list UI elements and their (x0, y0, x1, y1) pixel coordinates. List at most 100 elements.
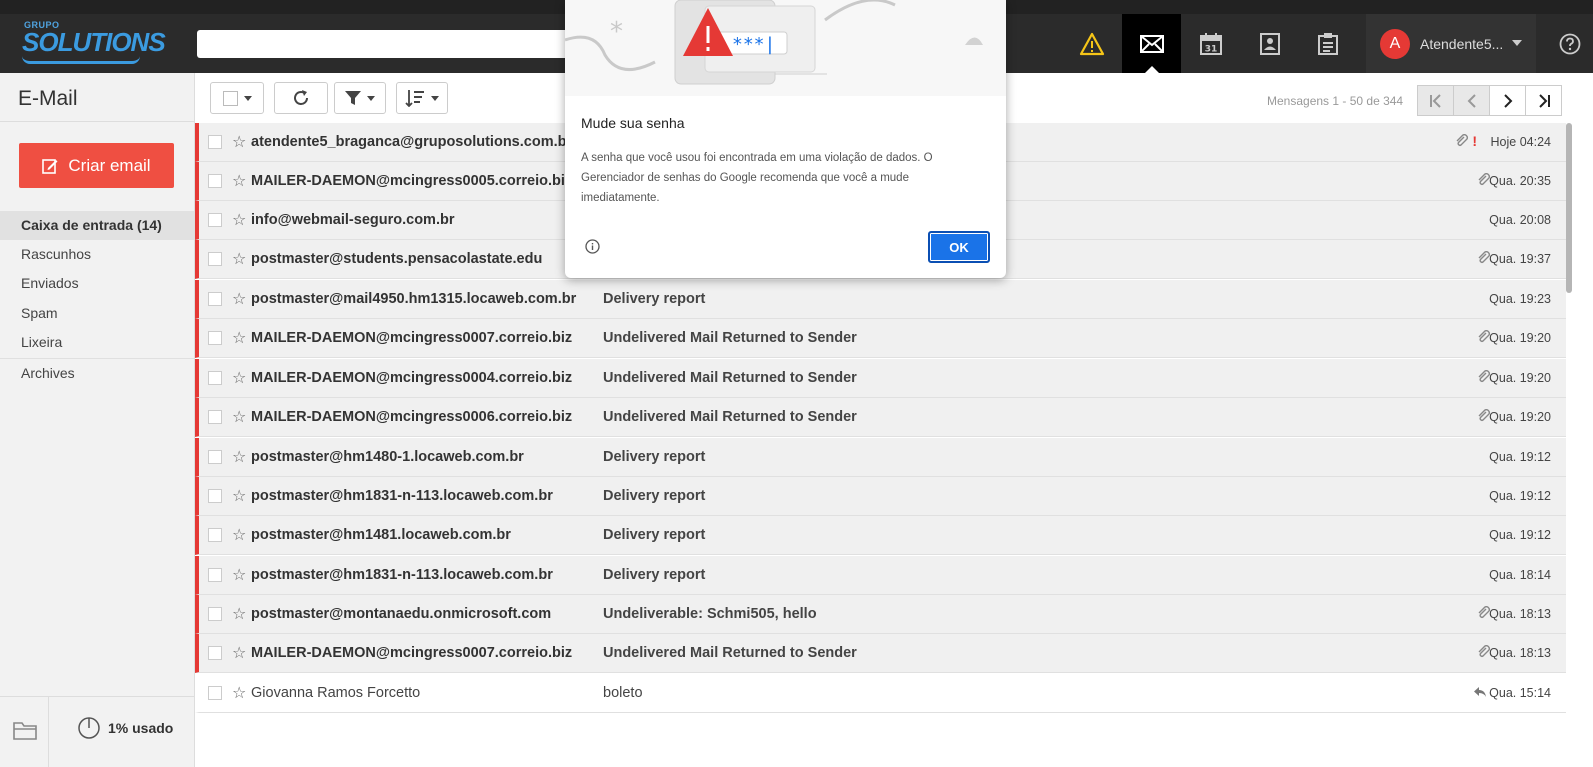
star-icon[interactable]: ☆ (232, 289, 246, 309)
row-checkbox[interactable] (208, 450, 222, 464)
star-icon[interactable]: ☆ (232, 447, 246, 467)
table-row[interactable]: ☆ MAILER-DAEMON@mcingress0007.correio.bi… (195, 634, 1567, 673)
star-icon[interactable]: ☆ (232, 486, 246, 506)
sender: postmaster@hm1481.locaweb.com.br (251, 527, 511, 543)
row-checkbox[interactable] (208, 568, 222, 582)
sender: MAILER-DAEMON@mcingress0006.correio.biz (251, 409, 573, 425)
star-icon[interactable]: ☆ (232, 171, 246, 191)
avatar: A (1380, 29, 1410, 59)
star-icon[interactable]: ☆ (232, 249, 246, 269)
star-icon[interactable]: ☆ (232, 643, 246, 663)
row-checkbox[interactable] (208, 410, 222, 424)
subject: Delivery report (603, 527, 706, 543)
subject: Delivery report (603, 567, 706, 583)
last-page-button[interactable] (1525, 85, 1562, 116)
compose-button[interactable]: Criar email (19, 143, 174, 188)
mail-nav-button[interactable] (1122, 14, 1181, 73)
row-checkbox[interactable] (208, 528, 222, 542)
filter-icon (345, 91, 361, 105)
row-checkbox[interactable] (208, 213, 222, 227)
user-name: Atendente5... (1420, 36, 1504, 52)
user-menu[interactable]: A Atendente5... (1366, 14, 1536, 73)
star-icon[interactable]: ☆ (232, 132, 246, 152)
quota-usage: 1% usado (78, 717, 173, 739)
select-all-dropdown[interactable] (210, 82, 264, 114)
row-checkbox[interactable] (208, 252, 222, 266)
help-button[interactable] (1546, 14, 1593, 73)
table-row[interactable]: ☆ MAILER-DAEMON@mcingress0004.correio.bi… (195, 359, 1567, 398)
star-icon[interactable]: ☆ (232, 604, 246, 624)
star-icon[interactable]: ☆ (232, 368, 246, 388)
prev-page-button[interactable] (1453, 85, 1490, 116)
filter-dropdown[interactable] (334, 82, 386, 114)
calendar-nav-button[interactable]: 31 (1181, 14, 1240, 73)
sort-icon (405, 90, 424, 107)
folder-drafts[interactable]: Rascunhos (0, 240, 194, 269)
attachment-icon (1456, 134, 1468, 146)
star-icon[interactable]: ☆ (232, 210, 246, 230)
contacts-nav-button[interactable] (1240, 14, 1299, 73)
star-icon[interactable]: ☆ (232, 328, 246, 348)
folder-spam[interactable]: Spam (0, 299, 194, 328)
ok-button[interactable]: OK (928, 231, 990, 263)
folder-archives[interactable]: Archives (0, 359, 194, 388)
refresh-button[interactable] (274, 82, 328, 114)
checkbox-icon (222, 90, 238, 106)
scrollbar-thumb[interactable] (1566, 123, 1572, 293)
subject: Undelivered Mail Returned to Sender (603, 645, 857, 661)
row-checkbox[interactable] (208, 292, 222, 306)
table-row[interactable]: ☆ postmaster@hm1831-n-113.locaweb.com.br… (195, 477, 1567, 516)
page-title: E-Mail (18, 87, 78, 110)
sort-dropdown[interactable] (396, 82, 448, 114)
table-row[interactable]: ☆ MAILER-DAEMON@mcingress0006.correio.bi… (195, 398, 1567, 437)
table-row[interactable]: ☆ postmaster@montanaedu.onmicrosoft.com … (195, 595, 1567, 634)
row-checkbox[interactable] (208, 331, 222, 345)
mail-icon (1139, 34, 1164, 53)
scrollbar[interactable] (1566, 123, 1593, 767)
next-page-button[interactable] (1489, 85, 1526, 116)
warning-icon (1079, 32, 1104, 55)
sender: MAILER-DAEMON@mcingress0005.correio.biz (251, 173, 573, 189)
row-checkbox[interactable] (208, 607, 222, 621)
table-row[interactable]: ☆ postmaster@hm1480-1.locaweb.com.br Del… (195, 438, 1567, 477)
divider (0, 121, 195, 122)
alerts-button[interactable] (1062, 14, 1121, 73)
table-row[interactable]: ☆ postmaster@mail4950.hm1315.locaweb.com… (195, 280, 1567, 319)
svg-text:***|: ***| (732, 34, 775, 55)
chevron-down-icon (243, 95, 252, 101)
info-icon[interactable] (585, 239, 600, 254)
row-checkbox[interactable] (208, 646, 222, 660)
star-icon[interactable]: ☆ (232, 683, 246, 703)
row-checkbox[interactable] (208, 371, 222, 385)
table-row[interactable]: ☆ postmaster@hm1481.locaweb.com.br Deliv… (195, 516, 1567, 555)
date: Hoje 04:24 (1490, 135, 1551, 149)
sender: postmaster@montanaedu.onmicrosoft.com (251, 606, 552, 622)
contacts-icon (1259, 32, 1280, 55)
row-checkbox[interactable] (208, 174, 222, 188)
dialog-body: A senha que você usou foi encontrada em … (581, 152, 933, 204)
chevron-down-icon (367, 95, 375, 101)
star-icon[interactable]: ☆ (232, 565, 246, 585)
subject: Delivery report (603, 449, 706, 465)
table-row[interactable]: ☆ MAILER-DAEMON@mcingress0007.correio.bi… (195, 319, 1567, 358)
row-checkbox[interactable] (208, 686, 222, 700)
row-checkbox[interactable] (208, 489, 222, 503)
sidebar-footer: 1% usado (0, 696, 195, 767)
star-icon[interactable]: ☆ (232, 407, 246, 427)
row-checkbox[interactable] (208, 135, 222, 149)
sender: postmaster@hm1831-n-113.locaweb.com.br (251, 567, 553, 583)
chevron-down-icon (1512, 40, 1522, 46)
date: Qua. 19:20 (1489, 410, 1551, 424)
folder-sent[interactable]: Enviados (0, 269, 194, 298)
star-icon[interactable]: ☆ (232, 525, 246, 545)
logo[interactable]: GRUPO SOLUTIONS (22, 20, 166, 66)
first-page-button[interactable] (1417, 85, 1454, 116)
date: Qua. 15:14 (1489, 686, 1551, 700)
table-row[interactable]: ☆ postmaster@hm1831-n-113.locaweb.com.br… (195, 556, 1567, 595)
tasks-nav-button[interactable] (1298, 14, 1357, 73)
search-input[interactable] (197, 30, 577, 58)
folder-settings-icon[interactable] (13, 720, 37, 740)
folder-inbox[interactable]: Caixa de entrada (14) (0, 211, 194, 240)
table-row[interactable]: ☆ Giovanna Ramos Forcetto boleto Qua. 15… (195, 674, 1567, 713)
folder-trash[interactable]: Lixeira (0, 328, 194, 357)
